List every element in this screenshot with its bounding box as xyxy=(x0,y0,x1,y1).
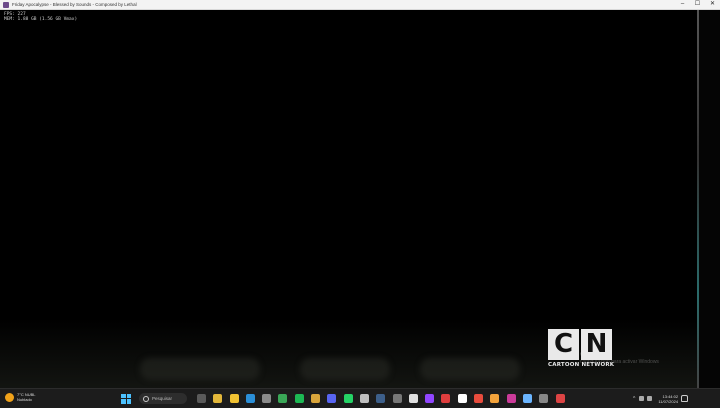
weather-widget[interactable]: 7°C NUBL Nublado xyxy=(5,392,36,402)
window-title: Friday Apocalypse - Blessed by Sounds - … xyxy=(12,2,137,7)
logo-letter-n: N xyxy=(581,329,612,360)
floor-shape xyxy=(420,358,520,380)
app-icon xyxy=(3,1,9,8)
title-bar: Friday Apocalypse - Blessed by Sounds - … xyxy=(0,0,720,10)
weather-icon xyxy=(5,392,14,402)
clock-date: 11/07/2024 xyxy=(658,398,679,404)
edge-icon[interactable] xyxy=(245,394,255,403)
taskbar: 7°C NUBL Nublado Pesquisar ^ 13:44:02 11/0… xyxy=(0,388,720,408)
debug-overlay: FPS: 227 MEM: 1.88 GB (1.56 GB Vmax) xyxy=(4,12,77,22)
twitch-icon[interactable] xyxy=(425,394,435,403)
floor-shape xyxy=(300,358,390,380)
spotify-icon[interactable] xyxy=(294,394,304,403)
minimize-button[interactable]: – xyxy=(675,0,690,9)
logo-text: CARTOON NETWORK xyxy=(548,362,615,368)
steam-icon[interactable] xyxy=(376,394,386,403)
chrome-icon[interactable] xyxy=(278,394,288,403)
app-icon-19[interactable] xyxy=(490,394,500,403)
notification-icon[interactable] xyxy=(681,395,689,402)
side-strip xyxy=(697,10,720,388)
volume-icon[interactable] xyxy=(647,396,653,401)
search-box[interactable]: Pesquisar xyxy=(139,393,187,404)
search-icon xyxy=(143,395,149,402)
pinned-apps xyxy=(197,394,572,403)
app-icon-11[interactable] xyxy=(359,394,369,403)
taskbar-center: Pesquisar xyxy=(121,392,572,405)
cartoon-network-logo: C N CARTOON NETWORK xyxy=(548,329,614,371)
app-icon-18[interactable] xyxy=(474,394,484,403)
side-strip-line xyxy=(697,10,699,388)
task-view-icon[interactable] xyxy=(197,394,206,403)
file-explorer-icon[interactable] xyxy=(229,394,239,403)
folder-icon[interactable] xyxy=(311,394,321,403)
app-icon-23[interactable] xyxy=(555,394,565,403)
close-button[interactable]: ✕ xyxy=(705,0,720,9)
app-icon-20[interactable] xyxy=(506,394,516,403)
whatsapp-icon[interactable] xyxy=(343,394,353,403)
network-icon[interactable] xyxy=(639,396,645,401)
logo-letter-c: C xyxy=(548,329,579,360)
tray-chevron-icon[interactable]: ^ xyxy=(633,396,635,402)
discord-icon[interactable] xyxy=(327,394,337,403)
weather-desc: Nublado xyxy=(17,397,32,402)
settings-icon[interactable] xyxy=(262,394,272,403)
window-controls: – ☐ ✕ xyxy=(675,0,720,9)
maximize-button[interactable]: ☐ xyxy=(690,0,705,9)
memory-counter: MEM: 1.88 GB (1.56 GB Vmax) xyxy=(4,17,78,22)
app-icon-17[interactable] xyxy=(457,394,467,403)
floor-shape xyxy=(140,358,260,380)
system-tray: ^ 13:44:02 11/07/2024 xyxy=(633,392,689,405)
app-icon-14[interactable] xyxy=(408,394,418,403)
app-icon-21[interactable] xyxy=(522,394,532,403)
widget-icon[interactable] xyxy=(213,394,223,403)
app-icon-16[interactable] xyxy=(441,394,451,403)
start-button[interactable] xyxy=(121,393,131,404)
weather-text: 7°C NUBL Nublado xyxy=(17,392,36,402)
app-icon-22[interactable] xyxy=(539,394,549,403)
app-icon-13[interactable] xyxy=(392,394,402,403)
search-placeholder: Pesquisar xyxy=(152,396,173,401)
clock[interactable]: 13:44:02 11/07/2024 xyxy=(658,394,678,404)
